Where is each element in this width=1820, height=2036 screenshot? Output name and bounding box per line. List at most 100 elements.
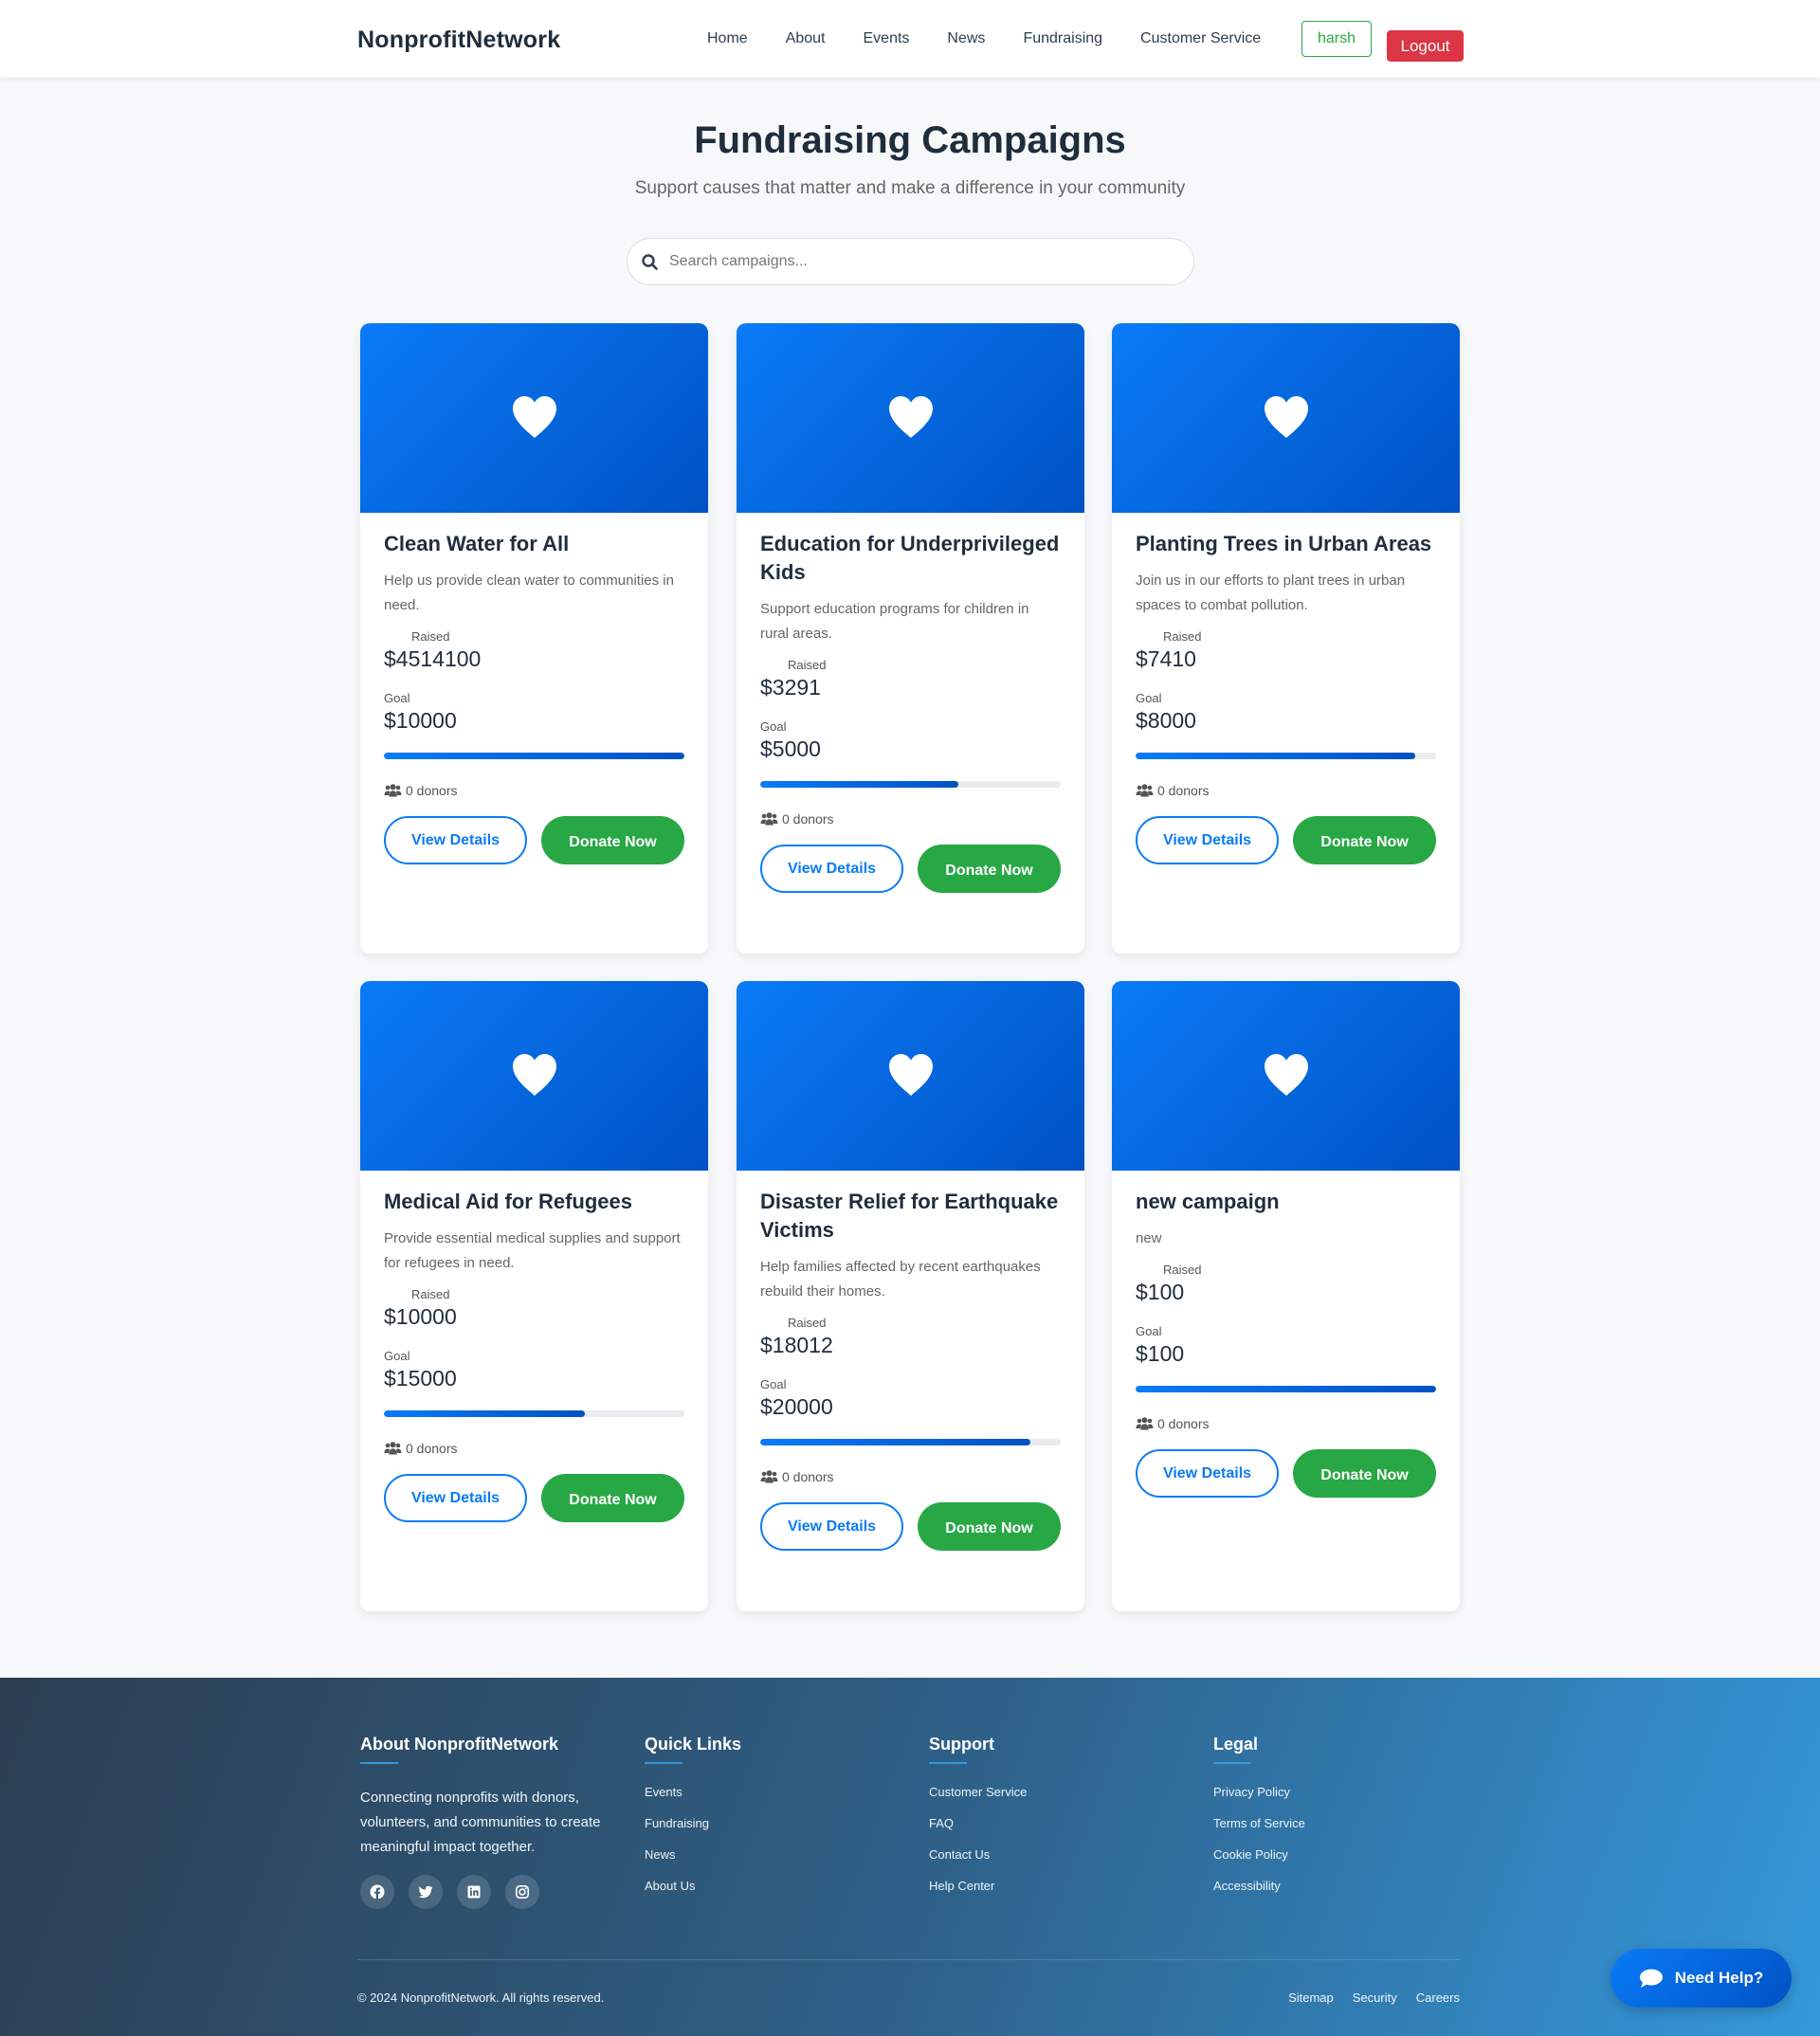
- goal-label: Goal: [760, 1377, 787, 1391]
- nav-link-fundraising[interactable]: Fundraising: [1023, 30, 1102, 47]
- footer-link-faq[interactable]: FAQ: [929, 1816, 1027, 1847]
- card-actions: View Details Donate Now: [384, 1474, 684, 1522]
- view-details-button[interactable]: View Details: [384, 816, 527, 864]
- footer-about: About NonprofitNetwork Connecting nonpro…: [360, 1735, 607, 1909]
- card-banner: [1112, 981, 1460, 1171]
- footer-link-customer-service[interactable]: Customer Service: [929, 1785, 1027, 1816]
- nav-link-customer-service[interactable]: Customer Service: [1140, 30, 1261, 47]
- card-body: Disaster Relief for Earthquake Victims H…: [760, 1188, 1061, 1551]
- footer-link-privacy-policy[interactable]: Privacy Policy: [1213, 1785, 1305, 1816]
- view-details-button[interactable]: View Details: [760, 845, 903, 893]
- card-banner: [737, 981, 1084, 1171]
- donor-count: 0 donors: [384, 783, 684, 798]
- footer-link-events[interactable]: Events: [645, 1785, 741, 1816]
- raised-amount: $4514100: [384, 646, 482, 671]
- card-body: Education for Underprivileged Kids Suppo…: [760, 530, 1061, 893]
- progress-bar: [760, 1439, 1061, 1445]
- raised-label: Raised: [411, 629, 450, 644]
- goal-label: Goal: [384, 1349, 410, 1363]
- footer-legal-heading: Legal: [1213, 1735, 1259, 1754]
- navbar: NonprofitNetwork Home About Events News …: [0, 0, 1820, 78]
- card-actions: View Details Donate Now: [1136, 1449, 1436, 1498]
- donate-now-button[interactable]: Donate Now: [1293, 1449, 1436, 1498]
- logout-button[interactable]: Logout: [1387, 30, 1464, 62]
- footer-link-accessibility[interactable]: Accessibility: [1213, 1879, 1305, 1910]
- heart-icon: [1265, 1054, 1308, 1096]
- campaign-title: Planting Trees in Urban Areas: [1136, 532, 1432, 555]
- progress-fill: [1136, 753, 1415, 759]
- goal-label: Goal: [1136, 1324, 1162, 1338]
- instagram-icon[interactable]: [505, 1875, 539, 1909]
- card-banner: [360, 981, 708, 1171]
- users-icon: [760, 1470, 778, 1483]
- heart-icon: [513, 396, 556, 438]
- footer-support-heading: Support: [929, 1735, 994, 1754]
- raised-amount: $7410: [1136, 646, 1196, 671]
- brand-logo[interactable]: NonprofitNetwork: [357, 27, 560, 54]
- donate-now-button[interactable]: Donate Now: [541, 1474, 684, 1522]
- progress-fill: [760, 781, 959, 788]
- campaign-card: Medical Aid for Refugees Provide essenti…: [360, 981, 708, 1611]
- view-details-button[interactable]: View Details: [1136, 1449, 1279, 1498]
- card-actions: View Details Donate Now: [760, 1502, 1061, 1551]
- footer-link-cookie-policy[interactable]: Cookie Policy: [1213, 1847, 1305, 1879]
- campaign-title: Disaster Relief for Earthquake Victims: [760, 1190, 1059, 1242]
- donor-count-text: 0 donors: [406, 783, 458, 798]
- footer-about-text: Connecting nonprofits with donors, volun…: [360, 1790, 601, 1855]
- nav-link-events[interactable]: Events: [864, 30, 910, 47]
- donor-count: 0 donors: [760, 1469, 1061, 1484]
- search-input[interactable]: [669, 247, 1181, 276]
- footer-heading-underline: [645, 1762, 682, 1764]
- footer-link-news[interactable]: News: [645, 1847, 741, 1879]
- donate-now-button[interactable]: Donate Now: [1293, 816, 1436, 864]
- footer-link-about-us[interactable]: About Us: [645, 1879, 741, 1910]
- card-body: Medical Aid for Refugees Provide essenti…: [384, 1188, 684, 1522]
- goal-amount: $8000: [1136, 708, 1196, 733]
- footer-link-fundraising[interactable]: Fundraising: [645, 1816, 741, 1847]
- footer-link-sitemap[interactable]: Sitemap: [1288, 1991, 1334, 2005]
- campaign-card: new campaign new Raised $100 Goal $100 0…: [1112, 981, 1460, 1611]
- twitter-icon[interactable]: [409, 1875, 443, 1909]
- nav-link-home[interactable]: Home: [707, 30, 748, 47]
- raised-amount: $18012: [760, 1333, 833, 1357]
- nav-link-about[interactable]: About: [786, 30, 826, 47]
- view-details-button[interactable]: View Details: [1136, 816, 1279, 864]
- nav-link-news[interactable]: News: [947, 30, 985, 47]
- footer-heading-underline: [1213, 1762, 1251, 1764]
- footer-link-security[interactable]: Security: [1353, 1991, 1397, 2005]
- footer-support: Support Customer Service FAQ Contact Us …: [929, 1735, 1027, 1910]
- footer-link-help-center[interactable]: Help Center: [929, 1879, 1027, 1910]
- nav-links: Home About Events News Fundraising Custo…: [688, 30, 1280, 47]
- footer-link-terms-of-service[interactable]: Terms of Service: [1213, 1816, 1305, 1847]
- donate-now-button[interactable]: Donate Now: [918, 845, 1061, 893]
- raised-amount: $100: [1136, 1280, 1185, 1304]
- donate-now-button[interactable]: Donate Now: [918, 1502, 1061, 1551]
- need-help-label: Need Help?: [1674, 1969, 1764, 1987]
- footer-link-contact-us[interactable]: Contact Us: [929, 1847, 1027, 1879]
- heart-icon: [513, 1054, 556, 1096]
- card-banner: [737, 323, 1084, 513]
- footer-bottom-links: Sitemap Security Careers: [1269, 1991, 1460, 2005]
- facebook-icon[interactable]: [360, 1875, 394, 1909]
- linkedin-icon[interactable]: [457, 1875, 491, 1909]
- view-details-button[interactable]: View Details: [760, 1502, 903, 1551]
- progress-fill: [760, 1439, 1031, 1445]
- raised-label: Raised: [1163, 1263, 1202, 1277]
- card-actions: View Details Donate Now: [384, 816, 684, 864]
- search-box: [627, 238, 1194, 285]
- donate-now-button[interactable]: Donate Now: [541, 816, 684, 864]
- user-profile-button[interactable]: harsh: [1301, 21, 1372, 57]
- progress-bar: [760, 781, 1061, 788]
- footer-quick-links: Quick Links Events Fundraising News Abou…: [645, 1735, 741, 1910]
- footer-about-heading: About NonprofitNetwork: [360, 1735, 558, 1754]
- progress-fill: [384, 1410, 586, 1417]
- footer-quick-links-heading: Quick Links: [645, 1735, 742, 1754]
- footer-divider: [357, 1959, 1460, 1960]
- goal-amount: $10000: [384, 708, 457, 733]
- chat-bubble-icon: [1639, 1969, 1663, 1988]
- footer-link-careers[interactable]: Careers: [1416, 1991, 1460, 2005]
- view-details-button[interactable]: View Details: [384, 1474, 527, 1522]
- card-body: Planting Trees in Urban Areas Join us in…: [1136, 530, 1436, 864]
- donor-count-text: 0 donors: [782, 1469, 834, 1484]
- need-help-button[interactable]: Need Help?: [1611, 1949, 1792, 2008]
